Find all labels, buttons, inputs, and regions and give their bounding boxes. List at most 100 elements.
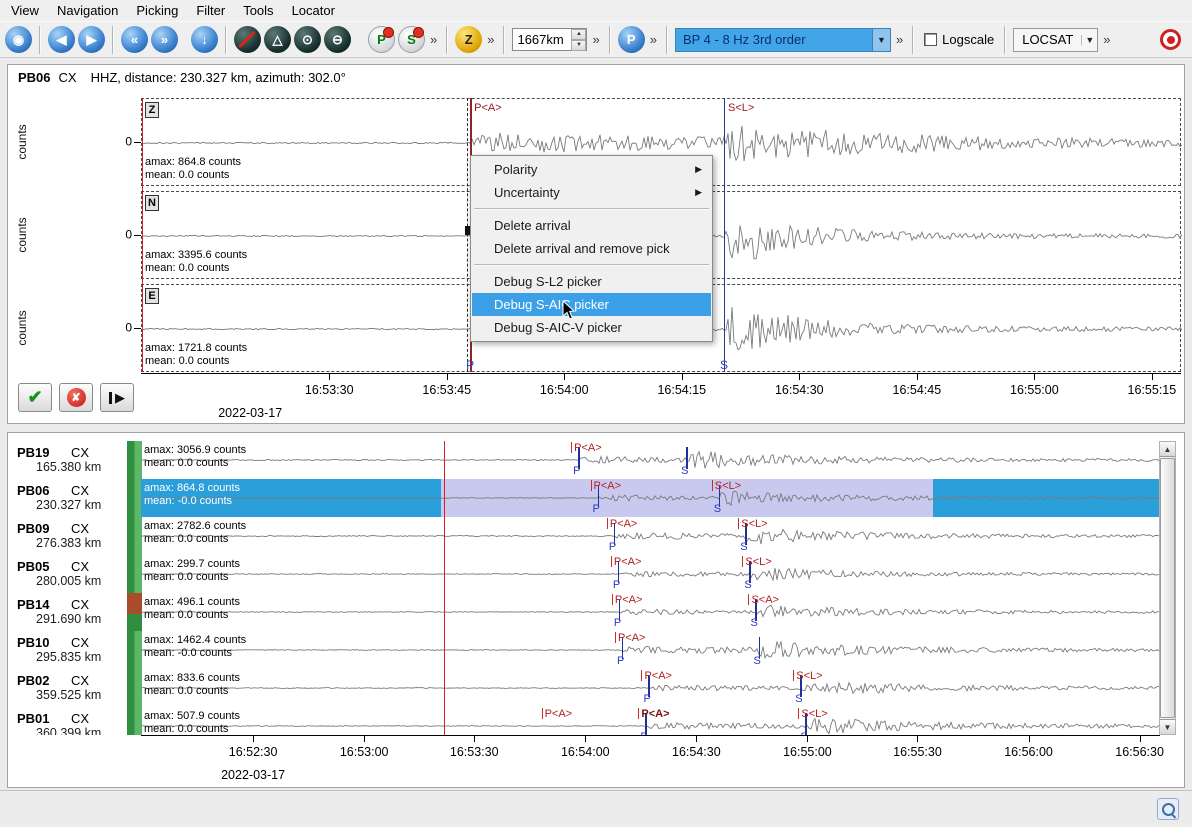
context-item-debug-s-aic-v-picker[interactable]: Debug S-AIC-V picker [472,316,711,339]
trace-row-pb19[interactable]: PB19CX165.380 kmamax: 3056.9 countsmean:… [8,441,1160,479]
mean-label: mean: 0.0 counts [145,355,229,367]
reject-button[interactable]: ✘ [59,383,93,412]
first-trace-button[interactable]: « [121,26,148,53]
waveform-cell[interactable]: amax: 507.9 countsmean: 0.0 countsPP<A>S… [141,707,1160,735]
overflow-chevron[interactable]: » [430,32,437,47]
pick-s-button[interactable]: S [398,26,425,53]
context-item-polarity[interactable]: Polarity ▶ [472,158,711,181]
align-button[interactable]: ↓ [191,26,218,53]
waveform-cell[interactable]: amax: 833.6 countsmean: 0.0 countsPP<A>S… [141,669,1160,707]
waveform-cell[interactable]: amax: 299.7 countsmean: 0.0 countsPP<A>S… [141,555,1160,593]
overflow-chevron[interactable]: » [1103,32,1110,47]
context-item-delete-arrival[interactable]: Delete arrival [472,214,711,237]
quality-bar [127,441,142,479]
trace-row-pb09[interactable]: PB09CX276.383 kmamax: 2782.6 countsmean:… [8,517,1160,555]
mean-label: mean: 0.0 counts [144,723,228,735]
logscale-checkbox[interactable]: Logscale [924,32,994,47]
axis-tick [1140,736,1141,742]
status-tool-icon[interactable] [1157,798,1179,820]
trace-row-pb05[interactable]: PB05CX280.005 kmamax: 299.7 countsmean: … [8,555,1160,593]
pick-letter: S [750,617,757,629]
context-item-debug-s-l2-picker[interactable]: Debug S-L2 picker [472,270,711,293]
spin-buttons[interactable]: ▲ ▼ [571,29,586,50]
pick-mode-2-button[interactable]: ⊖ [324,26,351,53]
distance-input[interactable] [513,29,571,50]
pick-disable-button[interactable] [234,26,261,53]
waveform-cell[interactable]: amax: 1462.4 countsmean: -0.0 countsPP<A… [141,631,1160,669]
y-axis-label: counts [15,217,29,252]
p-filter-button[interactable]: P [618,26,645,53]
last-trace-button[interactable]: » [151,26,178,53]
axis-tick-label: 16:53:30 [305,383,354,397]
scroll-down-button[interactable]: ▼ [1160,719,1175,734]
locator-select[interactable]: LOCSAT ▼ [1013,28,1098,52]
overflow-chevron[interactable]: » [592,32,599,47]
checkbox-icon[interactable] [924,33,937,46]
z-icon: Z [465,32,473,47]
pick-label: P<A> [594,480,622,492]
menu-locator[interactable]: Locator [283,1,344,20]
waveform [141,441,1160,479]
network-code: CX [71,635,89,650]
axis-date: 2022-03-17 [218,406,282,420]
pick-label-tick [748,594,749,605]
station-distance: 360.399 km [36,726,101,735]
submenu-arrow-icon: ▶ [695,164,702,175]
vertical-scrollbar[interactable]: ▲ ▼ [1159,441,1176,735]
spin-up-icon[interactable]: ▲ [571,29,586,40]
accept-button[interactable]: ✔ [18,383,52,412]
menu-view[interactable]: View [2,1,48,20]
previous-trace-button[interactable]: ◀ [48,26,75,53]
trace-row-pb10[interactable]: PB10CX295.835 kmamax: 1462.4 countsmean:… [8,631,1160,669]
arrow-right-icon: ▶ [115,390,125,406]
menu-picking[interactable]: Picking [127,1,187,20]
pick-uncertainty-button[interactable]: △ [264,26,291,53]
pick-p-button[interactable]: P [368,26,395,53]
menu-tools[interactable]: Tools [234,1,282,20]
trace-row-pb01[interactable]: PB01CX360.399 kmamax: 507.9 countsmean: … [8,707,1160,735]
toolbar-separator [1004,26,1006,54]
pick-letter: S [795,693,802,705]
menu-filter[interactable]: Filter [187,1,234,20]
pick-mode-1-button[interactable]: ⊙ [294,26,321,53]
trace-row-pb02[interactable]: PB02CX359.525 kmamax: 833.6 countsmean: … [8,669,1160,707]
overflow-chevron[interactable]: » [487,32,494,47]
pick-label-tick [542,708,543,719]
waveform-cell[interactable]: amax: 864.8 countsmean: -0.0 countsPP<A>… [141,479,1160,517]
combo-arrow-icon[interactable]: ▼ [1081,35,1097,45]
quality-bar [127,631,142,669]
overview-button[interactable]: ◉ [5,26,32,53]
distance-spinbox[interactable]: ▲ ▼ [512,28,587,51]
context-item-debug-s-aic-picker[interactable]: Debug S-AIC picker [472,293,711,316]
trace-row-pb06[interactable]: PB06CX230.327 kmamax: 864.8 countsmean: … [8,479,1160,517]
zero-tick-label: 0 [104,227,132,241]
waveform-cell[interactable]: amax: 3056.9 countsmean: 0.0 countsPP<A>… [141,441,1160,479]
axis-tick [364,736,365,742]
axis-tick-label: 16:54:00 [561,745,610,759]
origin-target-icon[interactable] [1160,29,1181,50]
menu-navigation[interactable]: Navigation [48,1,127,20]
waveform-cell[interactable]: amax: 496.1 countsmean: 0.0 countsPP<A>S… [141,593,1160,631]
scroll-up-button[interactable]: ▲ [1160,442,1175,457]
filter-select[interactable]: BP 4 - 8 Hz 3rd order ▼ [675,28,891,52]
next-station-button[interactable]: ▶ [100,383,134,412]
context-item-label: Delete arrival [494,218,571,233]
scroll-thumb[interactable] [1160,458,1175,718]
next-trace-button[interactable]: ▶ [78,26,105,53]
waveform [141,555,1160,593]
context-item-label: Polarity [494,162,537,177]
spin-down-icon[interactable]: ▼ [571,40,586,51]
overflow-chevron[interactable]: » [650,32,657,47]
trace-row-pb14[interactable]: PB14CX291.690 kmamax: 496.1 countsmean: … [8,593,1160,631]
pick-label: S<L> [741,518,767,530]
axis-tick [253,736,254,742]
component-z-button[interactable]: Z [455,26,482,53]
mean-label: mean: 0.0 counts [145,169,229,181]
overflow-chevron[interactable]: » [896,32,903,47]
context-item-delete-arrival-and-remove-pick[interactable]: Delete arrival and remove pick [472,237,711,260]
toolbar-separator [666,26,668,54]
context-item-uncertainty[interactable]: Uncertainty▶ [472,181,711,204]
picker-header: PB06 CX HHZ, distance: 230.327 km, azimu… [8,65,1184,90]
combo-arrow-icon[interactable]: ▼ [872,29,890,51]
waveform-cell[interactable]: amax: 2782.6 countsmean: 0.0 countsPP<A>… [141,517,1160,555]
